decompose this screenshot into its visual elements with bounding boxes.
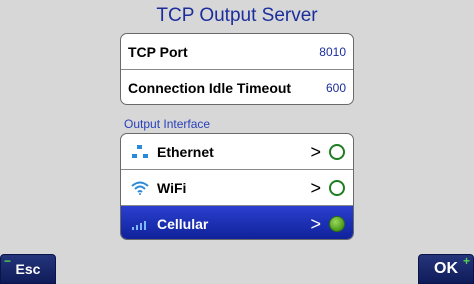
- setting-idle-timeout[interactable]: Connection Idle Timeout 600: [121, 69, 353, 104]
- radio-button-selected[interactable]: [329, 215, 345, 232]
- interface-item-cellular[interactable]: Cellular >: [121, 205, 353, 239]
- esc-button[interactable]: − Esc: [0, 254, 56, 284]
- ok-button[interactable]: + OK: [418, 254, 474, 284]
- minus-icon: −: [4, 254, 12, 268]
- radio-button[interactable]: [329, 179, 345, 196]
- wifi-icon: [129, 177, 151, 199]
- settings-list: TCP Port 8010 Connection Idle Timeout 60…: [120, 33, 354, 105]
- setting-tcp-port[interactable]: TCP Port 8010: [121, 34, 353, 69]
- interface-list: Ethernet > WiFi > Cellular >: [120, 133, 354, 240]
- esc-label: Esc: [15, 261, 41, 277]
- ethernet-icon: [129, 141, 151, 163]
- setting-value: 8010: [319, 44, 346, 59]
- section-label-output-interface: Output Interface: [124, 117, 211, 131]
- plus-icon: +: [462, 254, 470, 268]
- page-title: TCP Output Server: [156, 5, 318, 26]
- cellular-icon: [129, 213, 151, 235]
- chevron-right-icon: >: [310, 177, 321, 198]
- interface-label: Cellular: [157, 215, 209, 232]
- interface-label: Ethernet: [157, 143, 214, 160]
- setting-label: Connection Idle Timeout: [128, 79, 292, 96]
- chevron-right-icon: >: [310, 213, 321, 234]
- ok-label: OK: [434, 260, 458, 277]
- setting-label: TCP Port: [128, 43, 188, 60]
- interface-label: WiFi: [157, 179, 187, 196]
- interface-item-ethernet[interactable]: Ethernet >: [121, 134, 353, 169]
- interface-item-wifi[interactable]: WiFi >: [121, 169, 353, 205]
- chevron-right-icon: >: [310, 141, 321, 162]
- setting-value: 600: [325, 80, 346, 95]
- radio-button[interactable]: [329, 143, 345, 160]
